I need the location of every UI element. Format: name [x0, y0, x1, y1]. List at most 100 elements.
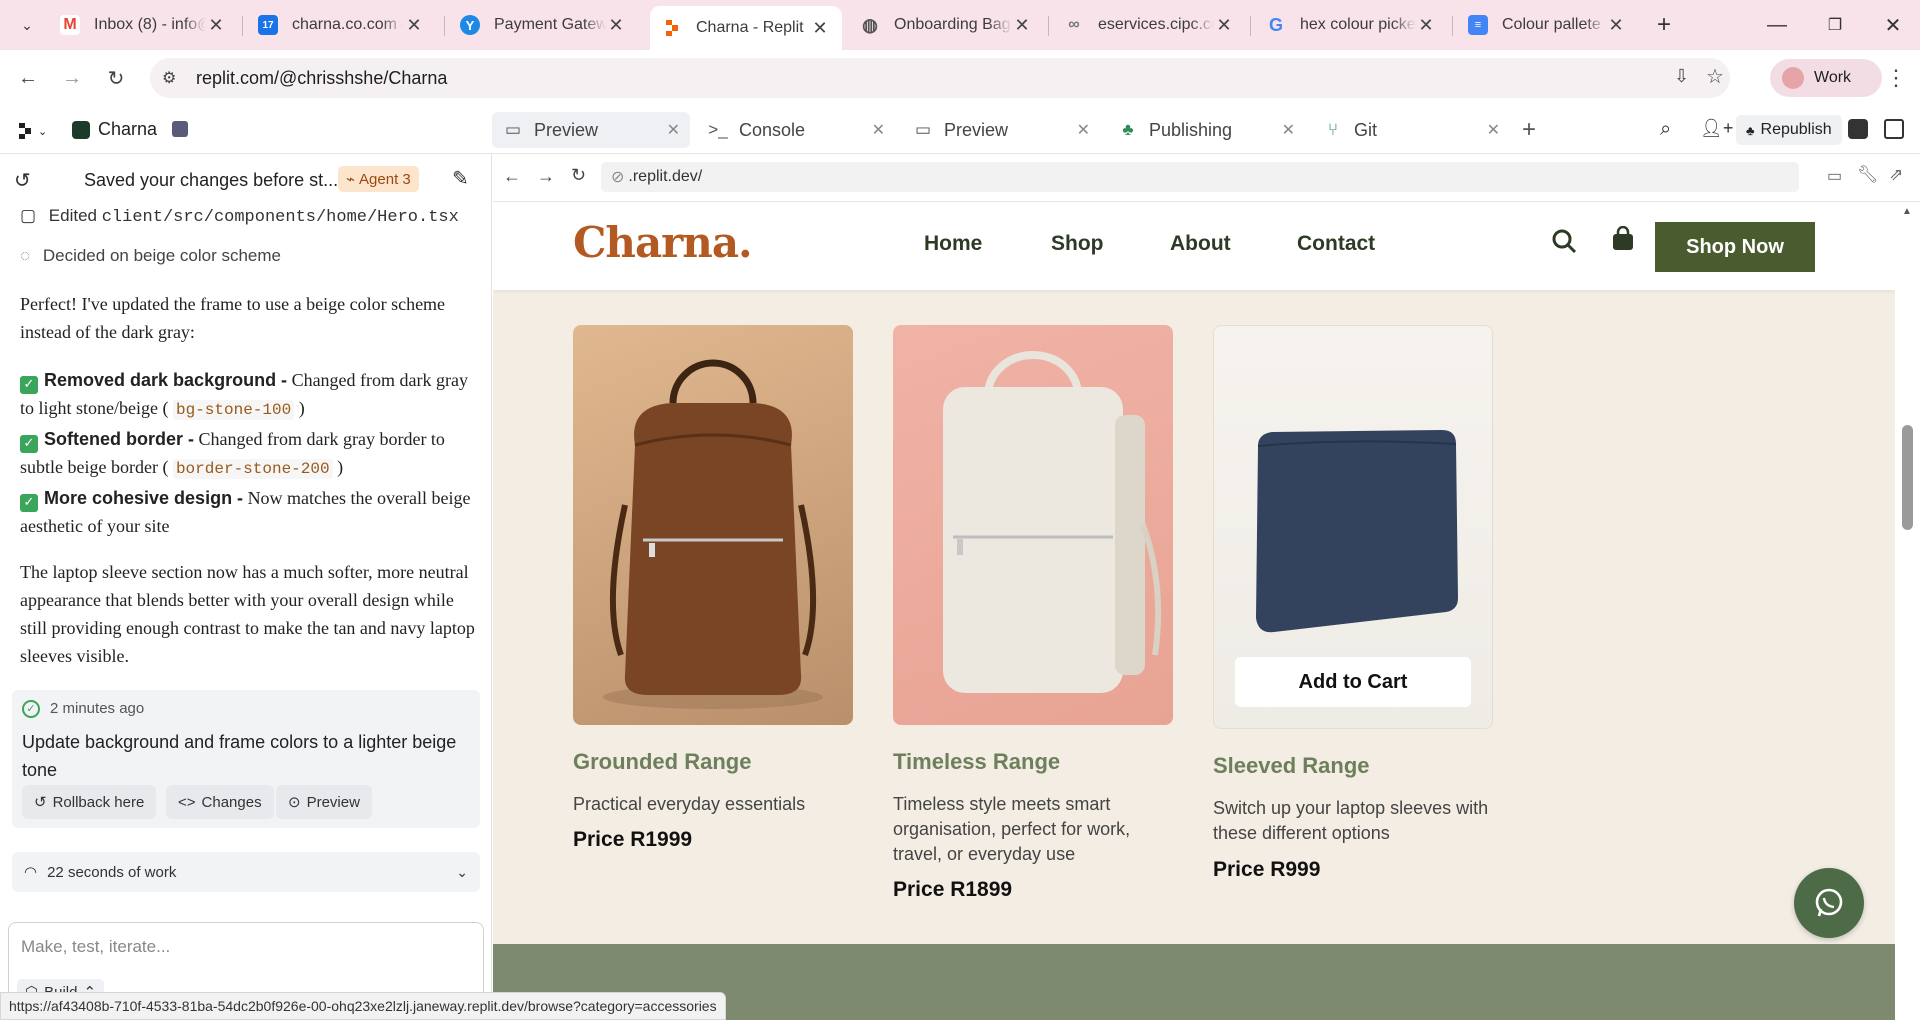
- project-name[interactable]: Charna: [98, 119, 157, 140]
- agent-bullet: ✓ More cohesive design - Now matches the …: [20, 484, 475, 540]
- close-icon[interactable]: ✕: [1606, 15, 1626, 36]
- whatsapp-button[interactable]: [1794, 868, 1864, 938]
- search-icon[interactable]: ⌕: [1660, 118, 1671, 141]
- close-icon[interactable]: ✕: [667, 120, 680, 140]
- tab-title: hex colour picke: [1300, 16, 1416, 33]
- close-icon[interactable]: ✕: [810, 18, 830, 39]
- address-bar[interactable]: ⚙ replit.com/@chrisshshe/Charna ⇩ ☆: [150, 58, 1730, 98]
- forward-icon[interactable]: →: [58, 64, 86, 92]
- site-search-icon[interactable]: [1551, 228, 1577, 259]
- open-external-icon[interactable]: ⇗: [1889, 165, 1903, 185]
- close-icon[interactable]: ✕: [404, 15, 424, 36]
- browser-tab[interactable]: Y Payment Gatewa ✕: [448, 6, 638, 44]
- restore-icon[interactable]: ❐: [1820, 10, 1850, 40]
- product-image-brown-backpack[interactable]: [573, 325, 853, 725]
- tab-search-button[interactable]: ⌄: [14, 12, 40, 38]
- decision-row: ◌ Decided on beige color scheme: [20, 246, 281, 266]
- close-icon[interactable]: ✕: [1487, 120, 1500, 140]
- back-icon[interactable]: ←: [14, 64, 42, 92]
- close-icon[interactable]: ✕: [1282, 120, 1295, 140]
- tab-preview-2[interactable]: ▭ Preview ✕: [902, 112, 1100, 148]
- devices-icon[interactable]: ▭: [1827, 166, 1842, 186]
- browser-tab[interactable]: ≡ Colour pallete - ✕: [1456, 6, 1638, 44]
- browser-tab[interactable]: M Inbox (8) - info@ ✕: [48, 6, 238, 44]
- preview-reload-icon[interactable]: ↻: [571, 165, 586, 186]
- browser-tab-active[interactable]: Charna - Replit ✕: [650, 6, 842, 50]
- tab-label: Git: [1354, 119, 1378, 140]
- browser-menu-icon[interactable]: ⋮: [1882, 64, 1910, 92]
- nav-shop[interactable]: Shop: [1051, 232, 1104, 256]
- minimize-icon[interactable]: —: [1762, 10, 1792, 40]
- add-to-cart-button[interactable]: Add to Cart: [1235, 657, 1471, 707]
- globe-icon: ◍: [862, 14, 878, 35]
- preview-button[interactable]: ⊙ Preview: [276, 785, 372, 819]
- tab-title: Inbox (8) - info@: [94, 16, 206, 33]
- install-app-icon[interactable]: ⇩: [1674, 66, 1689, 87]
- browser-tab[interactable]: G hex colour picke ✕: [1254, 6, 1448, 44]
- site-logo[interactable]: Charna.: [573, 218, 753, 267]
- changes-button[interactable]: <> Changes: [166, 785, 274, 819]
- rollback-button[interactable]: ↺ Rollback here: [22, 785, 157, 819]
- edited-file-row[interactable]: ▢ Edited client/src/components/home/Hero…: [20, 206, 459, 227]
- history-icon[interactable]: ↺: [14, 168, 31, 193]
- tab-label: Preview: [944, 119, 1009, 140]
- sidebar-toggle-icon[interactable]: [1884, 119, 1904, 139]
- tab-console[interactable]: >_ Console ✕: [697, 112, 895, 148]
- browser-tab[interactable]: 17 charna.co.com – ✕: [246, 6, 436, 44]
- reload-icon[interactable]: ↻: [102, 64, 130, 92]
- product-image-white-backpack[interactable]: [893, 325, 1173, 725]
- publish-icon: ♣: [1746, 122, 1755, 138]
- nav-contact[interactable]: Contact: [1297, 232, 1375, 256]
- product-title[interactable]: Grounded Range: [573, 749, 751, 775]
- new-tab-button[interactable]: +: [1650, 12, 1678, 40]
- nav-about[interactable]: About: [1170, 232, 1231, 256]
- link-status-bar: https://af43408b-710f-4533-81ba-54dc2b0f…: [0, 992, 726, 1020]
- tab-preview[interactable]: ▭ Preview ✕: [492, 112, 690, 148]
- tab-title: Colour pallete -: [1502, 16, 1606, 33]
- browser-tab[interactable]: ◍ Onboarding Bag ✕: [848, 6, 1044, 44]
- preview-forward-icon[interactable]: →: [537, 166, 555, 187]
- shopping-bag-icon[interactable]: [1611, 225, 1635, 257]
- wrench-icon[interactable]: 🔧︎: [1857, 165, 1879, 185]
- layout-icon[interactable]: [1848, 119, 1868, 139]
- invite-icon[interactable]: 👤︎+: [1700, 118, 1733, 139]
- profile-button[interactable]: Work: [1770, 59, 1882, 97]
- bullet-code: bg-stone-100: [172, 400, 295, 420]
- preview-back-icon[interactable]: ←: [503, 166, 521, 187]
- tab-label: Publishing: [1149, 119, 1233, 140]
- product-title[interactable]: Timeless Range: [893, 749, 1060, 775]
- replit-menu-icon[interactable]: ⌄: [18, 120, 52, 142]
- product-card-sleeve[interactable]: Add to Cart: [1213, 325, 1493, 729]
- product-title[interactable]: Sleeved Range: [1213, 753, 1370, 779]
- new-chat-icon[interactable]: ✎: [452, 166, 469, 191]
- tab-label: Preview: [534, 119, 599, 140]
- preview-url-input[interactable]: ⊘ .replit.dev/: [601, 162, 1799, 192]
- check-circle-icon: ✓: [22, 700, 40, 718]
- preview-scrollbar[interactable]: ▲: [1895, 202, 1920, 1020]
- tab-publishing[interactable]: ♣ Publishing ✕: [1107, 112, 1305, 148]
- edited-label: Edited: [48, 206, 97, 225]
- scroll-up-icon[interactable]: ▲: [1902, 206, 1912, 217]
- scroll-thumb[interactable]: [1902, 425, 1913, 530]
- close-icon[interactable]: ✕: [1214, 15, 1234, 36]
- nav-home[interactable]: Home: [924, 232, 982, 256]
- agent-bullet: ✓ Removed dark background - Changed from …: [20, 366, 475, 424]
- close-icon[interactable]: ✕: [206, 15, 226, 36]
- close-icon[interactable]: ✕: [1012, 15, 1032, 36]
- agent-message-intro: Perfect! I've updated the frame to use a…: [20, 294, 446, 342]
- bookmark-star-icon[interactable]: ☆: [1706, 64, 1724, 89]
- close-icon[interactable]: ✕: [1077, 120, 1090, 140]
- work-duration-row[interactable]: ◠ 22 seconds of work ⌄: [12, 852, 480, 892]
- browser-tab[interactable]: ∞ eservices.cipc.co ✕: [1052, 6, 1246, 44]
- shop-now-button[interactable]: Shop Now: [1655, 222, 1815, 272]
- tab-git[interactable]: ⑂ Git ✕: [1312, 112, 1510, 148]
- close-icon[interactable]: ✕: [1416, 15, 1436, 36]
- republish-button[interactable]: ♣ Republish: [1736, 115, 1842, 145]
- theme-icon[interactable]: [172, 121, 188, 137]
- site-settings-icon[interactable]: ⚙: [162, 68, 176, 88]
- add-tab-icon[interactable]: +: [1522, 116, 1536, 144]
- close-icon[interactable]: ✕: [872, 120, 885, 140]
- close-icon[interactable]: ✕: [606, 15, 626, 36]
- window-close-icon[interactable]: ✕: [1878, 10, 1908, 40]
- tab-label: Console: [739, 119, 806, 140]
